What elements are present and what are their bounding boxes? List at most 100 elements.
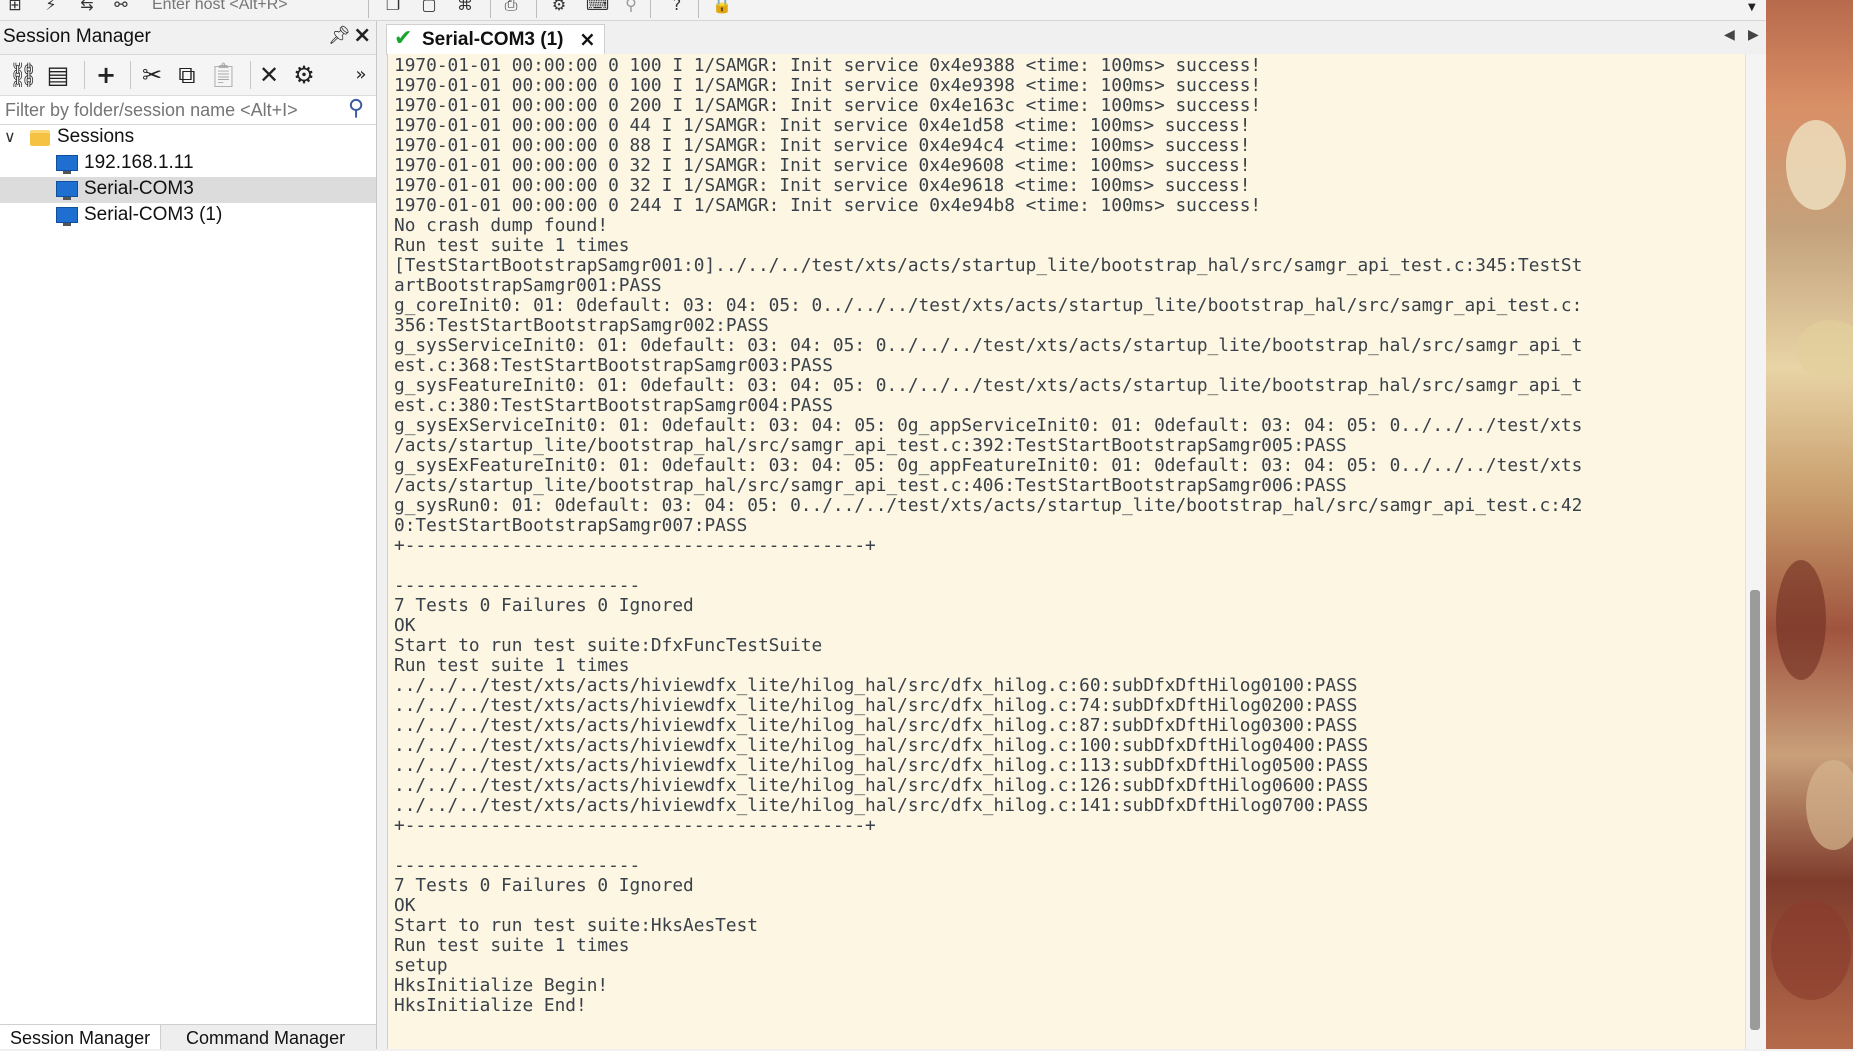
tree-item-label: 192.168.1.11 — [84, 152, 194, 173]
terminal-line: [TestStartBootstrapSamgr001:0]../../../t… — [394, 255, 1583, 276]
copy-icon[interactable]: ⧉ — [173, 61, 201, 89]
terminal-line: 7 Tests 0 Failures 0 Ignored — [394, 595, 694, 616]
search-icon[interactable]: ⚲ — [348, 96, 364, 121]
add-session-icon[interactable]: + — [92, 61, 120, 89]
terminal-line: Run test suite 1 times — [394, 235, 630, 256]
terminal-line: HksInitialize End! — [394, 995, 587, 1016]
help-icon[interactable]: ? — [668, 0, 686, 14]
copy-icon[interactable]: ▢ — [420, 0, 438, 14]
terminal-line: g_sysFeatureInit0: 01: 0default: 03: 04:… — [394, 375, 1583, 396]
terminal-line: 1970-01-01 00:00:00 0 44 I 1/SAMGR: Init… — [394, 115, 1251, 136]
chevron-down-icon[interactable]: ∨ — [4, 127, 16, 147]
toolbar-separator — [650, 0, 651, 18]
terminal-line: +---------------------------------------… — [394, 535, 876, 556]
tree-item-label: Serial-COM3 (1) — [84, 204, 223, 225]
session-filter-input[interactable] — [3, 97, 347, 123]
toolbar-separator — [490, 0, 491, 18]
monitor-icon — [56, 155, 78, 174]
monitor-icon — [56, 207, 78, 226]
terminal-line: OK — [394, 615, 416, 636]
toolbar-separator — [130, 61, 131, 89]
terminal-line: +---------------------------------------… — [394, 815, 876, 836]
tree-item-label: Serial-COM3 — [84, 178, 194, 199]
terminal-line: 1970-01-01 00:00:00 0 88 I 1/SAMGR: Init… — [394, 135, 1251, 156]
terminal-line: Run test suite 1 times — [394, 935, 630, 956]
terminal-line: /acts/startup_lite/bootstrap_hal/src/sam… — [394, 475, 1347, 496]
delete-icon[interactable]: ✕ — [255, 61, 283, 89]
terminal-line: /acts/startup_lite/bootstrap_hal/src/sam… — [394, 435, 1347, 456]
lightning-icon[interactable]: ⚡ — [42, 0, 60, 14]
tree-folder-label: Sessions — [57, 126, 135, 147]
gear-icon[interactable]: ⚙ — [290, 61, 318, 89]
monitor-icon — [56, 181, 78, 200]
toolbar-separator — [84, 61, 85, 89]
terminal-line: 1970-01-01 00:00:00 0 200 I 1/SAMGR: Ini… — [394, 95, 1262, 116]
terminal-line: g_sysExServiceInit0: 01: 0default: 03: 0… — [394, 415, 1583, 436]
cut-icon[interactable]: ✂ — [138, 61, 166, 89]
pin-icon[interactable]: ⚲ — [622, 0, 640, 14]
terminal-line: ----------------------- — [394, 855, 641, 876]
tree-item-session[interactable]: 192.168.1.11 — [0, 151, 376, 177]
terminal-line: ../../../test/xts/acts/hiviewdfx_lite/hi… — [394, 715, 1358, 736]
session-manager-title: Session Manager — [3, 26, 151, 47]
terminal-line: 1970-01-01 00:00:00 0 32 I 1/SAMGR: Init… — [394, 175, 1251, 196]
overflow-chevron-icon[interactable]: » — [352, 61, 370, 89]
connect-link-icon[interactable]: ⛓ — [8, 61, 38, 89]
terminal-output[interactable]: 1970-01-01 00:00:00 0 100 I 1/SAMGR: Ini… — [387, 54, 1746, 1049]
scroll-tabs-right-icon[interactable]: ▶ — [1748, 27, 1759, 43]
session-tab-strip: ✔ Serial-COM3 (1) × ◀ ▶ — [386, 21, 1766, 55]
new-window-icon[interactable]: ▤ — [44, 61, 72, 89]
toolbar-separator — [368, 0, 369, 18]
tree-item-session-selected[interactable]: Serial-COM3 — [0, 177, 376, 203]
tab-command-manager[interactable]: Command Manager — [176, 1025, 355, 1049]
folder-icon — [30, 130, 50, 146]
settings-icon[interactable]: ⚙ — [550, 0, 568, 14]
terminal-line: g_coreInit0: 01: 0default: 03: 04: 05: 0… — [394, 295, 1583, 316]
tree-folder-sessions[interactable]: ∨ Sessions — [0, 125, 376, 151]
terminal-line: est.c:368:TestStartBootstrapSamgr003:PAS… — [394, 355, 833, 376]
host-input[interactable] — [150, 0, 366, 16]
session-tab[interactable]: ✔ Serial-COM3 (1) × — [386, 24, 605, 55]
session-filter: ⚲ — [0, 96, 376, 125]
terminal-line: 0:TestStartBootstrapSamgr007:PASS — [394, 515, 748, 536]
link-icon[interactable]: ⚯ — [112, 0, 130, 14]
lock-icon[interactable]: 🔒 — [712, 0, 732, 14]
terminal-line: 1970-01-01 00:00:00 0 100 I 1/SAMGR: Ini… — [394, 55, 1262, 76]
tree-item-session[interactable]: Serial-COM3 (1) — [0, 203, 376, 229]
terminal-line: Run test suite 1 times — [394, 655, 630, 676]
session-tree-icon[interactable]: ⊞ — [6, 0, 24, 14]
toolbar-separator — [698, 0, 699, 18]
close-icon[interactable]: × — [579, 27, 596, 51]
terminal-line: g_sysRun0: 01: 0default: 03: 04: 05: 0..… — [394, 495, 1583, 516]
terminal-line: ../../../test/xts/acts/hiviewdfx_lite/hi… — [394, 755, 1369, 776]
binoculars-icon[interactable]: ⌘ — [456, 0, 474, 14]
tab-session-manager[interactable]: Session Manager — [0, 1025, 162, 1049]
scroll-tabs-left-icon[interactable]: ◀ — [1724, 27, 1735, 43]
toolbar-separator — [536, 0, 537, 18]
terminal-line: setup — [394, 955, 448, 976]
terminal-line: Start to run test suite:DfxFuncTestSuite — [394, 635, 823, 656]
connected-check-icon: ✔ — [394, 26, 413, 51]
toolbar-dropdown-icon[interactable]: ▼ — [1748, 2, 1756, 13]
scrollbar-thumb[interactable] — [1750, 590, 1760, 1030]
terminal-line: g_sysServiceInit0: 01: 0default: 03: 04:… — [394, 335, 1583, 356]
terminal-line: est.c:380:TestStartBootstrapSamgr004:PAS… — [394, 395, 833, 416]
keyboard-icon[interactable]: ⌨ — [586, 0, 609, 14]
terminal-line: ../../../test/xts/acts/hiviewdfx_lite/hi… — [394, 735, 1369, 756]
terminal-line: 1970-01-01 00:00:00 0 244 I 1/SAMGR: Ini… — [394, 195, 1262, 216]
session-manager-toolbar: ⛓ ▤ + ✂ ⧉ 📋︎ ✕ ⚙ » — [0, 55, 376, 96]
reconnect-icon[interactable]: ⇆ — [78, 0, 96, 14]
close-icon[interactable]: × — [353, 23, 371, 48]
session-manager-titlebar: Session Manager 📌︎ × — [0, 21, 376, 55]
session-manager-panel: Session Manager 📌︎ × ⛓ ▤ + ✂ ⧉ 📋︎ ✕ ⚙ » … — [0, 21, 377, 1050]
paste-icon[interactable]: 📋︎ — [208, 61, 238, 89]
panel-bottom-tabs: Session Manager Command Manager — [0, 1024, 376, 1050]
print-icon[interactable]: ⎙ — [502, 0, 520, 14]
terminal-line: ../../../test/xts/acts/hiviewdfx_lite/hi… — [394, 695, 1358, 716]
terminal-line: ../../../test/xts/acts/hiviewdfx_lite/hi… — [394, 675, 1358, 696]
terminal-scrollbar[interactable] — [1745, 54, 1767, 1049]
pin-icon[interactable]: 📌︎ — [328, 25, 351, 46]
clone-icon[interactable]: ❐ — [384, 0, 402, 14]
